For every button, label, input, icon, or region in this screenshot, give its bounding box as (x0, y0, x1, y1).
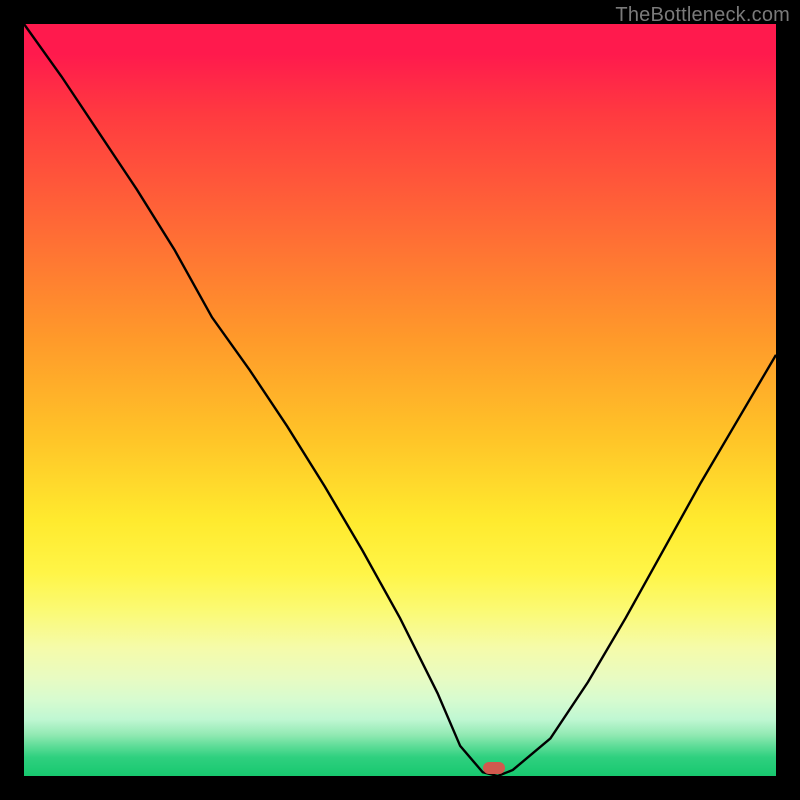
plot-area (24, 24, 776, 776)
curve-path (24, 24, 776, 776)
chart-stage: TheBottleneck.com (0, 0, 800, 800)
bottleneck-curve (24, 24, 776, 776)
minimum-marker-icon (483, 762, 506, 774)
